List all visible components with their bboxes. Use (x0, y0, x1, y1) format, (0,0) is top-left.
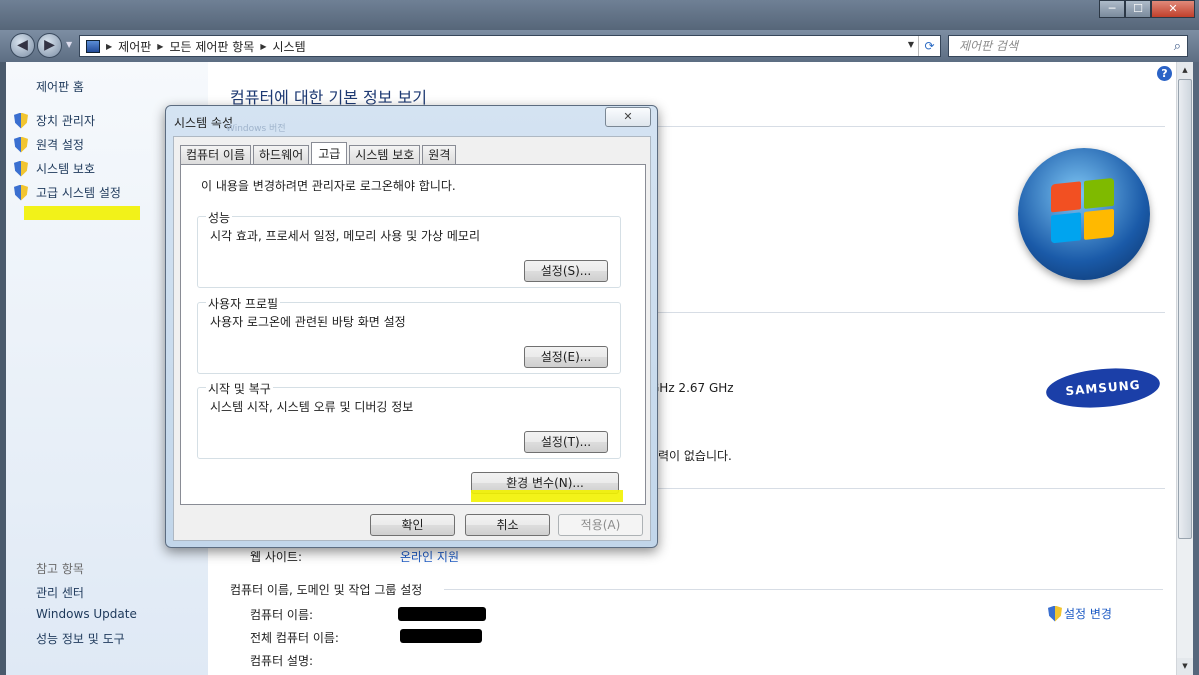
performance-group: 성능 시각 효과, 프로세서 일정, 메모리 사용 및 가상 메모리 설정(S)… (197, 209, 621, 288)
back-button[interactable]: ◀ (10, 33, 35, 58)
user-profiles-settings-button[interactable]: 설정(E)... (524, 346, 608, 368)
sidebar-item-label: 시스템 보호 (36, 162, 96, 176)
group-description: 시각 효과, 프로세서 일정, 메모리 사용 및 가상 메모리 (210, 229, 480, 243)
search-placeholder: 제어판 검색 (959, 39, 1019, 53)
see-also-heading: 참고 항목 (36, 562, 84, 576)
search-input[interactable]: 제어판 검색 ⌕ (948, 35, 1188, 57)
processor-speed: GHz 2.67 GHz (650, 381, 734, 395)
windows-flag-icon (1051, 177, 1117, 247)
group-description: 사용자 로그온에 관련된 바탕 화면 설정 (210, 315, 406, 329)
dialog-body: 컴퓨터 이름 하드웨어 고급 시스템 보호 원격 이 내용을 변경하려면 관리자… (173, 136, 651, 541)
vertical-scrollbar[interactable]: ▲ ▼ (1176, 62, 1193, 675)
redacted-value (400, 629, 482, 643)
recent-pages-dropdown[interactable]: ▼ (66, 40, 72, 49)
breadcrumb-separator-icon[interactable]: ▶ (157, 42, 163, 51)
computer-name-label: 컴퓨터 이름: (250, 608, 314, 622)
window-titlebar: ─ ☐ ✕ (0, 0, 1199, 30)
tab-remote[interactable]: 원격 (422, 145, 457, 164)
help-icon[interactable]: ? (1157, 66, 1172, 81)
section-heading: 컴퓨터 이름, 도메인 및 작업 그룹 설정 (230, 583, 423, 597)
change-settings-label: 설정 변경 (1064, 607, 1112, 621)
shield-icon (14, 113, 28, 129)
group-title: 성능 (206, 209, 233, 226)
website-label: 웹 사이트: (250, 550, 303, 564)
search-icon[interactable]: ⌕ (1174, 37, 1181, 57)
group-title: 시작 및 복구 (206, 380, 273, 397)
user-profiles-group: 사용자 프로필 사용자 로그온에 관련된 바탕 화면 설정 설정(E)... (197, 295, 621, 374)
scroll-down-icon[interactable]: ▼ (1177, 658, 1193, 675)
highlighter-mark (471, 490, 623, 502)
system-properties-dialog: 시스템 속성 Windows 버전 ✕ 컴퓨터 이름 하드웨어 고급 시스템 보… (165, 105, 658, 548)
samsung-logo: SAMSUNG (1044, 364, 1162, 412)
redacted-value (398, 607, 486, 621)
tab-system-protection[interactable]: 시스템 보호 (349, 145, 421, 164)
scroll-up-icon[interactable]: ▲ (1177, 62, 1193, 79)
pen-touch-value: 력이 없습니다. (658, 449, 732, 463)
breadcrumb-item[interactable]: 제어판 (118, 38, 151, 55)
tab-hardware[interactable]: 하드웨어 (253, 145, 310, 164)
sidebar-home-link[interactable]: 제어판 홈 (36, 78, 84, 95)
performance-settings-button[interactable]: 설정(S)... (524, 260, 608, 282)
highlighter-mark (24, 206, 140, 220)
tab-strip: 컴퓨터 이름 하드웨어 고급 시스템 보호 원격 (180, 142, 458, 164)
window-controls: ─ ☐ ✕ (1099, 0, 1195, 18)
sidebar-item-advanced-settings[interactable]: 고급 시스템 설정 (14, 184, 121, 201)
sidebar-item-system-protection[interactable]: 시스템 보호 (14, 160, 95, 177)
sidebar-item-label: 장치 관리자 (36, 114, 96, 128)
admin-notice: 이 내용을 변경하려면 관리자로 로그온해야 합니다. (201, 179, 456, 193)
shield-icon (14, 161, 28, 177)
sidebar-link-action-center[interactable]: 관리 센터 (36, 584, 84, 601)
address-toolbar: ◀ ▶ ▼ ▶ 제어판 ▶ 모든 제어판 항목 ▶ 시스템 ▼ ⟳ 제어판 검색… (0, 30, 1199, 62)
sidebar-link-performance-tools[interactable]: 성능 정보 및 도구 (36, 630, 125, 647)
ok-button[interactable]: 확인 (370, 514, 455, 536)
change-settings-link[interactable]: 설정 변경 (1048, 605, 1112, 622)
startup-recovery-group: 시작 및 복구 시스템 시작, 시스템 오류 및 디버깅 정보 설정(T)... (197, 380, 621, 459)
shield-icon (14, 137, 28, 153)
apply-button[interactable]: 적용(A) (558, 514, 643, 536)
breadcrumb-separator-icon[interactable]: ▶ (260, 42, 266, 51)
sidebar-item-label: 고급 시스템 설정 (36, 186, 121, 200)
background-ghost-text: Windows 버전 (226, 124, 286, 134)
control-panel-icon (86, 39, 100, 53)
tab-advanced[interactable]: 고급 (311, 142, 348, 164)
scroll-thumb[interactable] (1178, 79, 1192, 539)
group-title: 사용자 프로필 (206, 295, 281, 312)
online-support-link[interactable]: 온라인 지원 (400, 548, 459, 565)
forward-button[interactable]: ▶ (37, 33, 62, 58)
group-description: 시스템 시작, 시스템 오류 및 디버깅 정보 (210, 400, 414, 414)
divider (444, 589, 1163, 590)
tab-computer-name[interactable]: 컴퓨터 이름 (180, 145, 252, 164)
refresh-icon[interactable]: ⟳ (918, 36, 940, 56)
dialog-close-button[interactable]: ✕ (605, 107, 651, 127)
window-frame (1193, 62, 1199, 675)
shield-icon (14, 185, 28, 201)
sidebar-item-device-manager[interactable]: 장치 관리자 (14, 112, 95, 129)
breadcrumb-separator-icon[interactable]: ▶ (106, 42, 112, 51)
advanced-tab-panel: 이 내용을 변경하려면 관리자로 로그온해야 합니다. 성능 시각 효과, 프로… (180, 164, 646, 505)
startup-recovery-settings-button[interactable]: 설정(T)... (524, 431, 608, 453)
maximize-button[interactable]: ☐ (1125, 0, 1151, 18)
sidebar-link-windows-update[interactable]: Windows Update (36, 607, 137, 621)
cancel-button[interactable]: 취소 (465, 514, 550, 536)
dialog-title: 시스템 속성 (174, 116, 234, 130)
shield-icon (1048, 606, 1062, 622)
computer-description-label: 컴퓨터 설명: (250, 654, 314, 668)
address-dropdown-icon[interactable]: ▼ (908, 40, 914, 49)
sidebar-item-label: 원격 설정 (36, 138, 84, 152)
breadcrumb-item[interactable]: 시스템 (273, 38, 306, 55)
windows-logo (1018, 148, 1150, 280)
sidebar-item-remote-settings[interactable]: 원격 설정 (14, 136, 84, 153)
address-bar[interactable]: ▶ 제어판 ▶ 모든 제어판 항목 ▶ 시스템 ▼ ⟳ (79, 35, 941, 57)
minimize-button[interactable]: ─ (1099, 0, 1125, 18)
full-computer-name-label: 전체 컴퓨터 이름: (250, 631, 339, 645)
close-button[interactable]: ✕ (1151, 0, 1195, 18)
breadcrumb-item[interactable]: 모든 제어판 항목 (169, 38, 254, 55)
